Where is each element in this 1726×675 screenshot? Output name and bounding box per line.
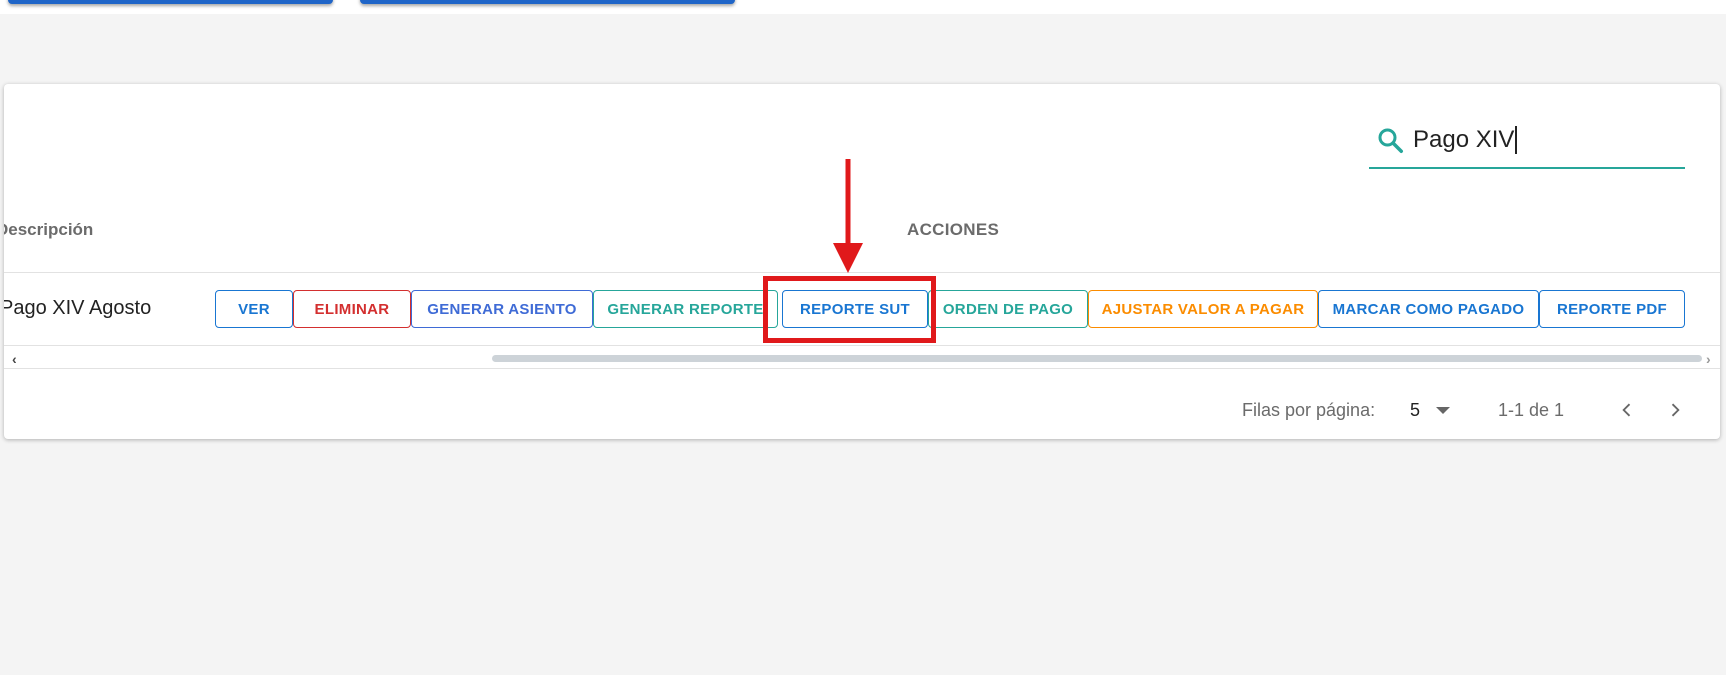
annotation-arrow-icon	[833, 159, 863, 273]
reporte-pdf-button[interactable]: REPORTE PDF	[1539, 290, 1685, 328]
chevron-right-icon[interactable]	[1661, 396, 1689, 424]
search-field[interactable]: Pago XIV	[1369, 112, 1685, 169]
scroll-left-icon[interactable]: ‹	[12, 351, 17, 367]
scrollbar-thumb[interactable]	[492, 355, 1702, 362]
column-header-actions: ACCIONES	[907, 220, 1000, 239]
chevron-left-icon[interactable]	[1613, 396, 1641, 424]
ajustar-valor-button[interactable]: AJUSTAR VALOR A PAGAR	[1088, 290, 1318, 328]
chevron-down-icon[interactable]	[1436, 407, 1450, 414]
page-range: 1-1 de 1	[1498, 400, 1565, 420]
search-icon	[1373, 123, 1407, 157]
column-header-description[interactable]: Descripción	[4, 220, 93, 240]
eliminar-button[interactable]: ELIMINAR	[293, 290, 411, 328]
top-toolbar	[0, 0, 1726, 14]
orden-de-pago-button[interactable]: ORDEN DE PAGO	[928, 290, 1088, 328]
generar-asiento-button[interactable]: GENERAR ASIENTO	[411, 290, 593, 328]
top-button-1[interactable]	[8, 0, 333, 4]
ver-button[interactable]: VER	[215, 290, 293, 328]
rows-per-page-label: Filas por página:	[1242, 400, 1376, 420]
scroll-right-icon[interactable]: ›	[1706, 351, 1711, 367]
generar-reporte-button[interactable]: GENERAR REPORTE	[593, 290, 778, 328]
row-description: Pago XIV Agosto	[4, 297, 152, 319]
horizontal-scrollbar[interactable]: ‹ ›	[4, 350, 1720, 368]
search-input[interactable]: Pago XIV	[1413, 126, 1514, 154]
text-cursor	[1515, 125, 1517, 154]
rows-per-page-select[interactable]: 5	[1410, 400, 1420, 421]
marcar-como-pagado-button[interactable]: MARCAR COMO PAGADO	[1318, 290, 1539, 328]
divider	[4, 368, 1720, 369]
top-button-2[interactable]	[360, 0, 735, 4]
annotation-highlight-box	[763, 276, 936, 343]
divider	[4, 345, 1720, 346]
row-actions: VER ELIMINAR GENERAR ASIENTO GENERAR REP…	[215, 290, 1685, 328]
pagination-footer: Filas por página: 5 1-1 de 1	[4, 384, 1720, 439]
